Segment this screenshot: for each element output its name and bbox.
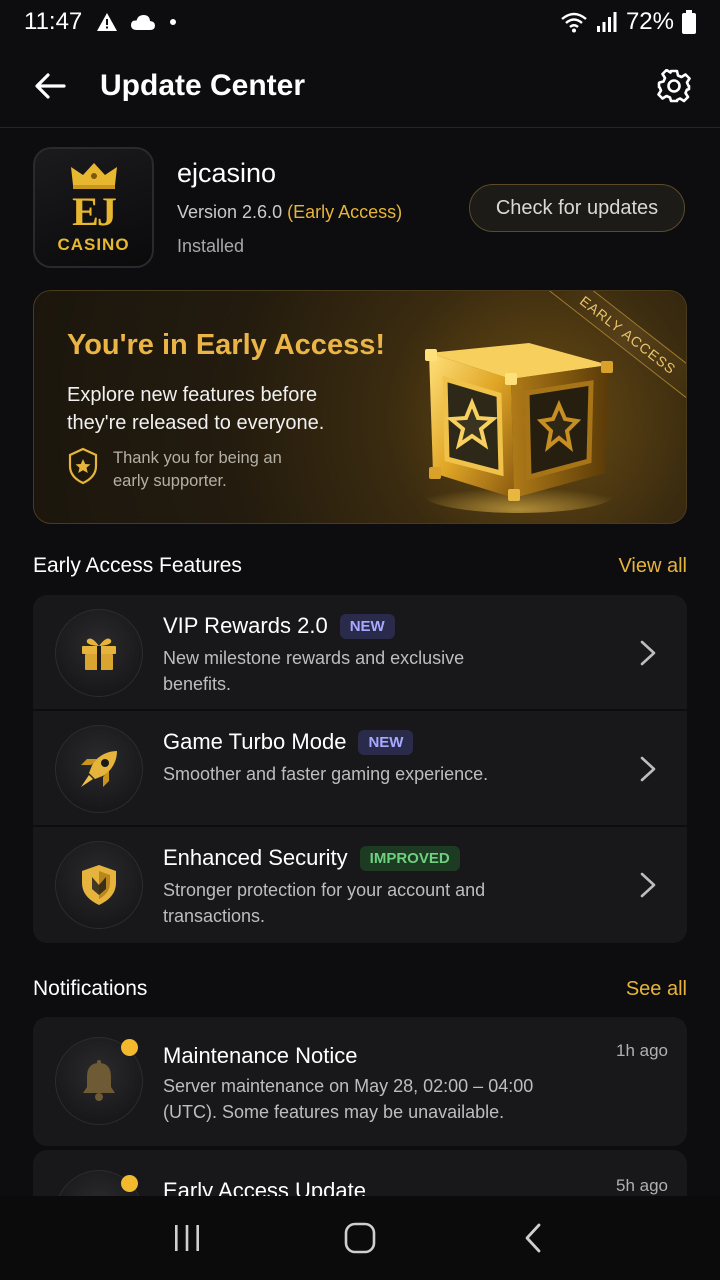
ribbon-text: EARLY ACCESS [540, 291, 686, 401]
feature-title: Enhanced Security [163, 845, 348, 870]
feature-icon-wrap [55, 725, 143, 813]
unread-dot [121, 1039, 138, 1056]
recent-apps-button[interactable] [157, 1208, 217, 1268]
chevron-right-icon [640, 756, 656, 782]
status-badge: IMPROVED [359, 845, 460, 871]
bell-icon [83, 1060, 115, 1101]
status-left-icons [96, 12, 178, 32]
feature-title-row: Game Turbo Mode NEW [163, 729, 414, 755]
features-header: Early Access Features View all [33, 554, 687, 578]
system-back-button[interactable] [503, 1208, 563, 1268]
battery-icon [682, 10, 696, 34]
notification-body: Server maintenance on May 28, 02:00 – 04… [163, 1076, 534, 1122]
install-status: Installed [177, 236, 245, 256]
warning-icon [97, 13, 118, 31]
view-all-link[interactable]: View all [618, 555, 687, 578]
version-number: Version 2.6.0 [177, 202, 283, 222]
app-name: ejcasino [177, 158, 277, 188]
system-nav-bar [0, 1196, 720, 1280]
notification-time: 1h ago [616, 1041, 668, 1060]
features-list: VIP Rewards 2.0 NEW New milestone reward… [33, 595, 687, 943]
early-access-ribbon: EARLY ACCESS [536, 291, 686, 401]
status-time: 11:47 [24, 8, 83, 35]
check-updates-button[interactable]: Check for updates [469, 184, 685, 232]
status-right: 72% [560, 8, 696, 36]
notification-item-early-access[interactable]: Early Access Update 5h ago [33, 1150, 687, 1196]
feature-item-vip-rewards[interactable]: VIP Rewards 2.0 NEW New milestone reward… [33, 595, 687, 711]
recent-apps-icon [174, 1225, 199, 1251]
app-bar: Update Center [0, 44, 720, 128]
app-version: Version 2.6.0 (Early Access) [177, 202, 402, 223]
battery-percent: 72% [625, 8, 674, 35]
feature-icon-wrap [55, 841, 143, 929]
rocket-icon [81, 751, 117, 787]
gift-icon [82, 638, 116, 670]
logo-initials: EJ [72, 188, 117, 234]
banner-thanks-text: Thank you for being an early supporter. [113, 449, 282, 490]
logo-text: CASINO [57, 234, 130, 254]
banner-description: Explore new features before they're rele… [67, 384, 325, 434]
status-badge: NEW [358, 729, 414, 755]
see-all-link[interactable]: See all [626, 978, 687, 1001]
app-logo: EJ CASINO [33, 147, 154, 268]
feature-icon-wrap [55, 609, 143, 697]
unread-dot [121, 1175, 138, 1192]
cloud-icon [131, 15, 156, 30]
wifi-icon [561, 12, 587, 33]
chevron-right-icon [640, 640, 656, 666]
notification-title: Maintenance Notice [163, 1043, 358, 1068]
features-title: Early Access Features [33, 554, 242, 577]
feature-title: Game Turbo Mode [163, 729, 347, 754]
status-badge: NEW [339, 613, 395, 639]
feature-description: Smoother and faster gaming experience. [163, 764, 489, 784]
version-tag: (Early Access) [287, 202, 403, 222]
notification-time: 5h ago [616, 1176, 668, 1195]
feature-description: New milestone rewards and exclusive bene… [163, 648, 465, 694]
feature-title-row: VIP Rewards 2.0 NEW [163, 613, 395, 639]
notification-item-maintenance[interactable]: Maintenance Notice Server maintenance on… [33, 1017, 687, 1146]
app-info: EJ CASINO ejcasino Version 2.6.0 (Early … [33, 146, 687, 270]
back-button[interactable] [26, 62, 74, 110]
feature-title: VIP Rewards 2.0 [163, 613, 328, 638]
shield-icon [82, 865, 116, 905]
gear-icon [657, 68, 691, 102]
feature-description: Stronger protection for your account and… [163, 880, 486, 926]
page-title: Update Center [100, 68, 306, 102]
settings-button[interactable] [650, 62, 698, 110]
chevron-right-icon [640, 872, 656, 898]
badge-star-icon [68, 447, 98, 485]
home-button[interactable] [330, 1208, 390, 1268]
back-icon [525, 1223, 541, 1253]
status-bar: 11:47 72% [0, 0, 720, 44]
notification-title: Early Access Update [163, 1178, 366, 1196]
banner-title: You're in Early Access! [67, 329, 385, 361]
early-access-banner: You're in Early Access! Explore new feat… [33, 290, 687, 524]
dot-icon [170, 19, 177, 25]
banner-thanks: Thank you for being an early supporter. [67, 447, 303, 493]
notifications-header: Notifications See all [33, 977, 687, 1001]
home-icon [344, 1222, 376, 1254]
notifications-title: Notifications [33, 977, 148, 1000]
feature-item-enhanced-security[interactable]: Enhanced Security IMPROVED Stronger prot… [33, 827, 687, 943]
feature-item-game-turbo[interactable]: Game Turbo Mode NEW Smoother and faster … [33, 711, 687, 827]
notification-clip: Early Access Update 5h ago [0, 1150, 720, 1196]
signal-icon [596, 12, 617, 32]
feature-title-row: Enhanced Security IMPROVED [163, 845, 460, 871]
crown-icon [70, 162, 117, 189]
arrow-left-icon [35, 72, 66, 99]
